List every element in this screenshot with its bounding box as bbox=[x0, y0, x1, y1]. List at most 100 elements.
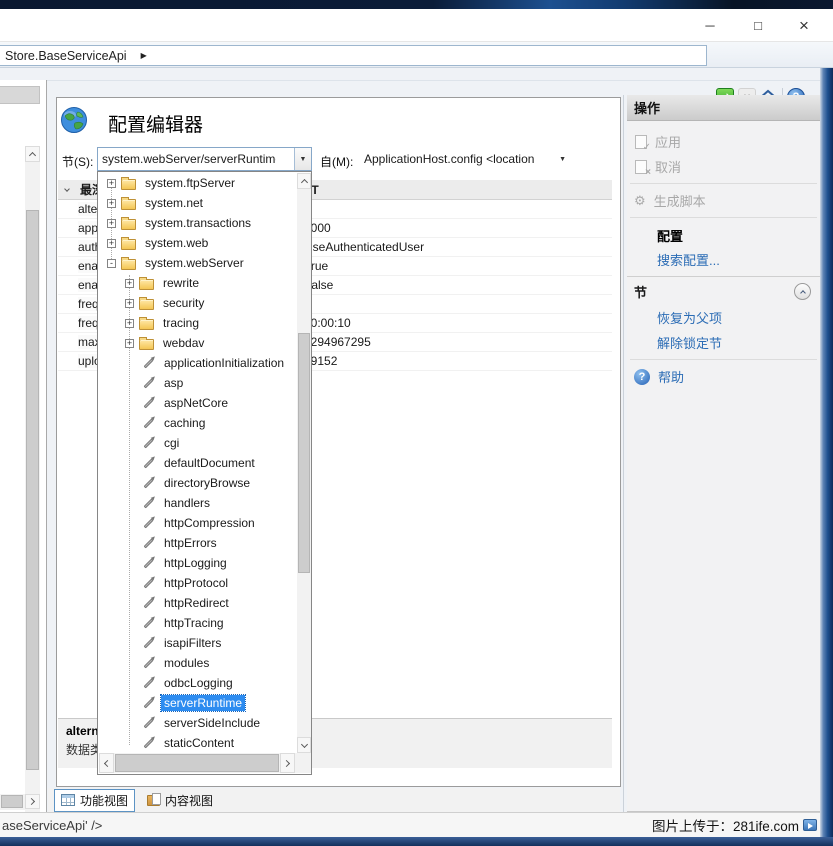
section-dropdown-list: +system.ftpServer+system.net+system.tran… bbox=[97, 171, 312, 775]
tab-features-view[interactable]: 功能视图 bbox=[54, 789, 135, 812]
tree-item-odbcLogging[interactable]: odbcLogging bbox=[99, 673, 297, 693]
scroll-up-button[interactable] bbox=[25, 146, 40, 162]
folder-icon bbox=[139, 339, 154, 350]
tree-item-httpProtocol[interactable]: httpProtocol bbox=[99, 573, 297, 593]
section-pencil-icon bbox=[144, 418, 154, 428]
section-label: 节(S): bbox=[62, 153, 93, 170]
tree-item-httpRedirect[interactable]: httpRedirect bbox=[99, 593, 297, 613]
tree-item-modules[interactable]: modules bbox=[99, 653, 297, 673]
tree-item-defaultDocument[interactable]: defaultDocument bbox=[99, 453, 297, 473]
configuration-editor-globe-icon bbox=[60, 106, 88, 137]
tab-content-view[interactable]: 内容视图 bbox=[141, 790, 219, 811]
expand-toggle[interactable]: + bbox=[125, 299, 134, 308]
tree-item-httpCompression[interactable]: httpCompression bbox=[99, 513, 297, 533]
expand-toggle[interactable]: + bbox=[107, 239, 116, 248]
folder-icon bbox=[121, 239, 136, 250]
from-combobox[interactable]: ApplicationHost.config <location ▼ bbox=[358, 149, 572, 169]
chevron-down-icon[interactable]: ▼ bbox=[559, 156, 566, 163]
collapse-chevron-icon[interactable] bbox=[64, 186, 70, 192]
tree-item-serverRuntime[interactable]: serverRuntime bbox=[99, 693, 297, 713]
scroll-thumb[interactable] bbox=[115, 754, 279, 772]
generate-script-button: ⚙ 生成脚本 bbox=[627, 188, 820, 213]
tree-item-system.web[interactable]: +system.web bbox=[99, 233, 297, 253]
scroll-thumb[interactable] bbox=[1, 795, 23, 808]
address-breadcrumb-bar[interactable]: Store.BaseServiceApi ▶ bbox=[0, 45, 707, 66]
tree-item-httpErrors[interactable]: httpErrors bbox=[99, 533, 297, 553]
tree-item-label: webdav bbox=[160, 335, 207, 351]
help-icon: ? bbox=[634, 369, 650, 385]
help-label: 帮助 bbox=[658, 367, 684, 386]
view-tabs: 功能视图 内容视图 bbox=[48, 788, 620, 812]
tree-item-httpLogging[interactable]: httpLogging bbox=[99, 553, 297, 573]
tree-item-rewrite[interactable]: +rewrite bbox=[99, 273, 297, 293]
tree-item-label: system.net bbox=[142, 195, 206, 211]
generate-script-icon: ⚙ bbox=[634, 193, 646, 209]
collapse-section-button[interactable] bbox=[794, 283, 811, 300]
expand-toggle[interactable]: + bbox=[125, 279, 134, 288]
chevron-down-icon: ▼ bbox=[300, 156, 307, 163]
content-view-icon bbox=[147, 795, 160, 806]
scroll-left-button[interactable] bbox=[99, 753, 114, 773]
tree-item-asp[interactable]: asp bbox=[99, 373, 297, 393]
tree-item-system.ftpServer[interactable]: +system.ftpServer bbox=[99, 173, 297, 193]
tree-item-isapiFilters[interactable]: isapiFilters bbox=[99, 633, 297, 653]
scroll-right-button[interactable] bbox=[280, 753, 295, 773]
tree-item-label: isapiFilters bbox=[161, 635, 224, 651]
revert-to-parent-link[interactable]: 恢复为父项 bbox=[627, 305, 820, 330]
window-right-border bbox=[820, 68, 833, 846]
scroll-up-button[interactable] bbox=[297, 173, 311, 189]
minimize-button[interactable]: ─ bbox=[692, 11, 728, 40]
tree-item-serverSideInclude[interactable]: serverSideInclude bbox=[99, 713, 297, 733]
section-pencil-icon bbox=[144, 438, 154, 448]
tree-item-label: odbcLogging bbox=[161, 675, 236, 691]
expand-toggle[interactable]: + bbox=[107, 199, 116, 208]
dropdown-vertical-scrollbar[interactable] bbox=[297, 173, 311, 753]
expand-toggle[interactable]: + bbox=[107, 179, 116, 188]
close-button[interactable]: × bbox=[786, 11, 822, 40]
tree-item-httpTracing[interactable]: httpTracing bbox=[99, 613, 297, 633]
scroll-down-button[interactable] bbox=[297, 737, 311, 753]
combobox-dropdown-button[interactable]: ▼ bbox=[294, 148, 311, 170]
unlock-section-link[interactable]: 解除锁定节 bbox=[627, 330, 820, 355]
dropdown-horizontal-scrollbar[interactable] bbox=[99, 753, 311, 773]
maximize-button[interactable]: □ bbox=[740, 11, 776, 40]
tree-item-aspNetCore[interactable]: aspNetCore bbox=[99, 393, 297, 413]
section-pencil-icon bbox=[144, 538, 154, 548]
expand-toggle[interactable]: + bbox=[125, 319, 134, 328]
connections-vertical-scrollbar[interactable] bbox=[25, 146, 40, 846]
expand-toggle[interactable]: + bbox=[107, 219, 116, 228]
help-action[interactable]: ? 帮助 bbox=[627, 364, 820, 389]
tree-item-handlers[interactable]: handlers bbox=[99, 493, 297, 513]
search-configuration-link[interactable]: 搜索配置... bbox=[627, 247, 820, 272]
tree-item-applicationInitialization[interactable]: applicationInitialization bbox=[99, 353, 297, 373]
section-combobox-value: system.webServer/serverRuntime bbox=[102, 152, 276, 166]
section-pencil-icon bbox=[144, 678, 154, 688]
scroll-thumb[interactable] bbox=[298, 333, 310, 573]
breadcrumb[interactable]: Store.BaseServiceApi bbox=[5, 49, 127, 63]
collapse-toggle[interactable]: - bbox=[107, 259, 116, 268]
tree-item-staticContent[interactable]: staticContent bbox=[99, 733, 297, 753]
divider bbox=[0, 80, 820, 81]
tree-item-security[interactable]: +security bbox=[99, 293, 297, 313]
section-combobox[interactable]: system.webServer/serverRuntime ▼ bbox=[97, 147, 312, 171]
connections-horizontal-scrollbar[interactable] bbox=[0, 794, 40, 810]
pane-divider bbox=[623, 95, 624, 812]
breadcrumb-arrow-icon[interactable]: ▶ bbox=[141, 51, 147, 60]
tree-item-label: serverRuntime bbox=[161, 695, 245, 711]
tree-item-tracing[interactable]: +tracing bbox=[99, 313, 297, 333]
tree-item-system.net[interactable]: + system.net bbox=[99, 193, 297, 213]
section-pencil-icon bbox=[144, 498, 154, 508]
tree-item-webdav[interactable]: + webdav bbox=[99, 333, 297, 353]
scroll-right-button[interactable] bbox=[25, 794, 40, 809]
chevron-left-icon bbox=[104, 759, 111, 766]
expand-toggle[interactable]: + bbox=[125, 339, 134, 348]
address-toolbar: Store.BaseServiceApi ▶ ⇄ × ? ▾ bbox=[0, 42, 833, 68]
tree-item-directoryBrowse[interactable]: directoryBrowse bbox=[99, 473, 297, 493]
tree-item-system.transactions[interactable]: +system.transactions bbox=[99, 213, 297, 233]
section-group-label: 节 bbox=[634, 282, 647, 301]
tree-item-cgi[interactable]: cgi bbox=[99, 433, 297, 453]
tree-item-caching[interactable]: caching bbox=[99, 413, 297, 433]
scroll-thumb[interactable] bbox=[26, 210, 39, 770]
tree-item-system.webServer[interactable]: -system.webServer bbox=[99, 253, 297, 273]
tree-item-label: httpCompression bbox=[161, 515, 258, 531]
